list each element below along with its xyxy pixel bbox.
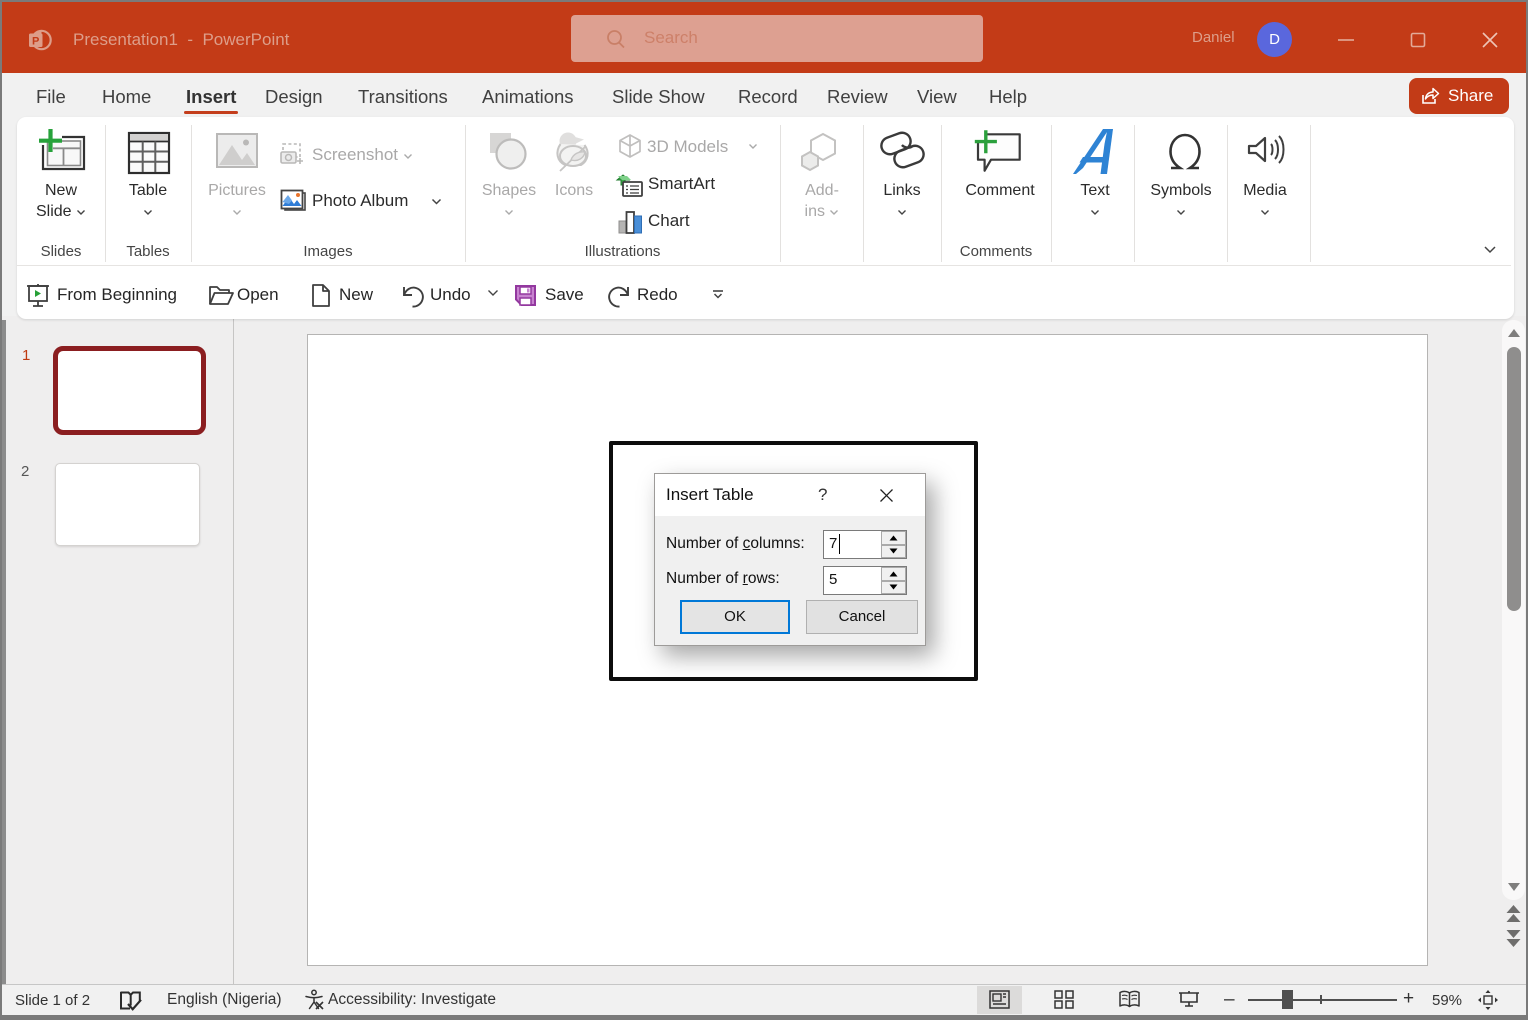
svg-text:P: P — [32, 36, 39, 48]
